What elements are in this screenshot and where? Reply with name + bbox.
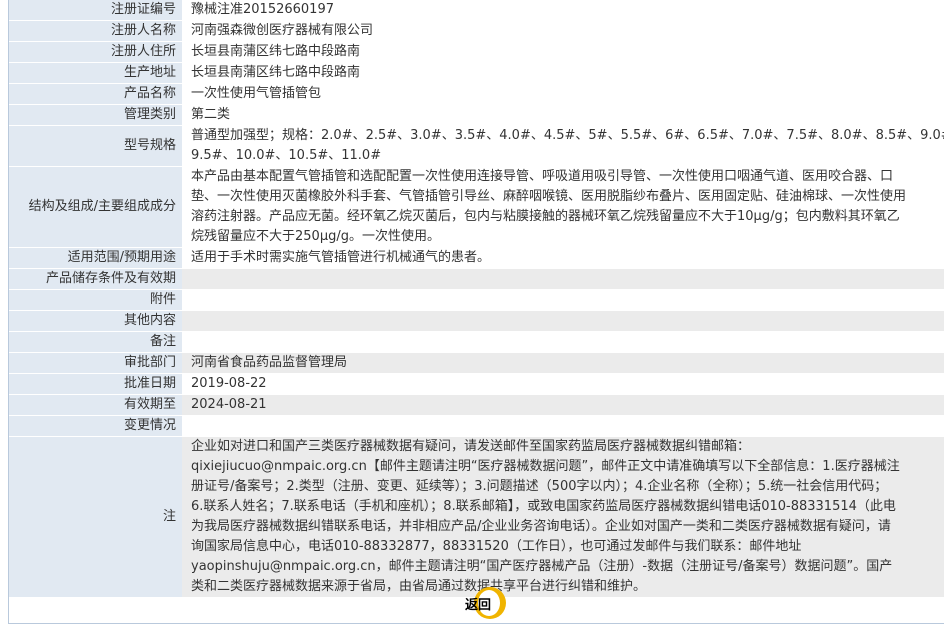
note-line: 为我局医疗器械数据纠错联系电话，并非相应产品/企业业务咨询电话）。企业如对国产一… [191,519,891,534]
detail-row: 审批部门 河南省食品药品监督管理局 [9,353,944,374]
row-value [182,332,944,353]
detail-row: 其他内容 [9,311,944,332]
detail-row: 适用范围/预期用途 适用于手术时需实施气管插管进行机械通气的患者。 [9,248,944,269]
detail-frame: 注册证编号 豫械注准20152660197 注册人名称 河南强森微创医疗器械有限公司… [8,0,944,624]
note-line: yaopinshuju@nmpaic.org.cn，邮件主题请注明“国产医疗器械… [191,559,893,574]
structure-value: 本产品由基本配置气管插管和选配配置一次性使用连接导管、呼吸道用吸引导管、一次性使… [182,167,944,248]
note-line: 类和二类医疗器械数据来源于省局，由省局通过数据共享平台进行纠错和维护。 [191,579,647,594]
row-label: 适用范围/预期用途 [9,248,182,269]
row-value [182,290,944,311]
row-value: 河南强森微创医疗器械有限公司 [182,21,944,42]
note-line: 册证号/备案号；2.类型（注册、变更、延续等）；3.问题描述（500字以内）；4… [191,479,888,494]
row-label: 管理类别 [9,105,182,126]
row-label: 注册人住所 [9,42,182,63]
model-row: 型号规格 普通型加强型；规格：2.0#、2.5#、3.0#、3.5#、4.0#、… [9,126,944,167]
row-value: 一次性使用气管插管包 [182,84,944,105]
model-label: 型号规格 [9,126,182,167]
note-line: 询国家局信息中心，电话010-88332877，88331520（工作日），也可… [191,539,802,554]
row-label: 有效期至 [9,395,182,416]
note-label: 注 [9,437,182,598]
back-button-label: 返回 [465,598,492,613]
note-row: 注 企业如对进口和国产三类医疗器械数据有疑问，请发送邮件至国家药监局医疗器械数据… [9,437,944,598]
detail-row: 变更情况 [9,416,944,437]
detail-row: 注册证编号 豫械注准20152660197 [9,0,944,21]
structure-line: 垫、一次性使用灭菌橡胶外科手套、气管插管引导丝、麻醉咽喉镜、医用脱脂纱布叠片、医… [191,189,907,204]
detail-table: 注册证编号 豫械注准20152660197 注册人名称 河南强森微创医疗器械有限公司… [9,0,944,598]
row-label: 批准日期 [9,374,182,395]
detail-row: 批准日期 2019-08-22 [9,374,944,395]
row-label: 注册人名称 [9,21,182,42]
model-line: 9.5#、10.0#、10.5#、11.0# [191,148,382,163]
note-line: qixiejiucuo@nmpaic.org.cn【邮件主题请注明“医疗器械数据… [191,459,900,474]
row-label: 产品名称 [9,84,182,105]
detail-row: 生产地址 长垣县南蒲区纬七路中段路南 [9,63,944,84]
back-button[interactable]: 返回 [460,587,512,619]
row-value: 长垣县南蒲区纬七路中段路南 [182,42,944,63]
structure-row: 结构及组成/主要组成成分 本产品由基本配置气管插管和选配配置一次性使用连接导管、… [9,167,944,248]
row-value: 第二类 [182,105,944,126]
detail-row: 产品名称 一次性使用气管插管包 [9,84,944,105]
row-value [182,311,944,332]
row-label: 变更情况 [9,416,182,437]
detail-row: 管理类别 第二类 [9,105,944,126]
row-label: 注册证编号 [9,0,182,21]
row-value: 适用于手术时需实施气管插管进行机械通气的患者。 [182,248,944,269]
model-value: 普通型加强型；规格：2.0#、2.5#、3.0#、3.5#、4.0#、4.5#、… [182,126,944,167]
detail-row: 产品储存条件及有效期 [9,269,944,290]
detail-row: 附件 [9,290,944,311]
row-label: 生产地址 [9,63,182,84]
row-value: 2024-08-21 [182,395,944,416]
note-line: 6.联系人姓名；7.联系电话（手机和座机）；8.联系邮箱】，或致电国家药监局医疗… [191,499,896,514]
detail-row: 有效期至 2024-08-21 [9,395,944,416]
row-value: 长垣县南蒲区纬七路中段路南 [182,63,944,84]
row-label: 审批部门 [9,353,182,374]
structure-label: 结构及组成/主要组成成分 [9,167,182,248]
row-value: 2019-08-22 [182,374,944,395]
note-line: 企业如对进口和国产三类医疗器械数据有疑问，请发送邮件至国家药监局医疗器械数据纠错… [191,439,751,454]
structure-line: 溶药注射器。产品应无菌。经环氧乙烷灭菌后，包内与粘膜接触的器械环氧乙烷残留量应不… [191,209,900,224]
row-label: 备注 [9,332,182,353]
row-label: 附件 [9,290,182,311]
row-value: 豫械注准20152660197 [182,0,944,21]
detail-row: 备注 [9,332,944,353]
structure-line: 本产品由基本配置气管插管和选配配置一次性使用连接导管、呼吸道用吸引导管、一次性使… [191,169,894,184]
detail-row: 注册人住所 长垣县南蒲区纬七路中段路南 [9,42,944,63]
row-value: 河南省食品药品监督管理局 [182,353,944,374]
row-label: 产品储存条件及有效期 [9,269,182,290]
row-value [182,416,944,437]
model-line: 普通型加强型；规格：2.0#、2.5#、3.0#、3.5#、4.0#、4.5#、… [191,128,944,143]
detail-row: 注册人名称 河南强森微创医疗器械有限公司 [9,21,944,42]
note-value: 企业如对进口和国产三类医疗器械数据有疑问，请发送邮件至国家药监局医疗器械数据纠错… [182,437,944,598]
row-label: 其他内容 [9,311,182,332]
structure-line: 烷残留量应不大于250μg/g。一次性使用。 [191,229,440,244]
row-value [182,269,944,290]
